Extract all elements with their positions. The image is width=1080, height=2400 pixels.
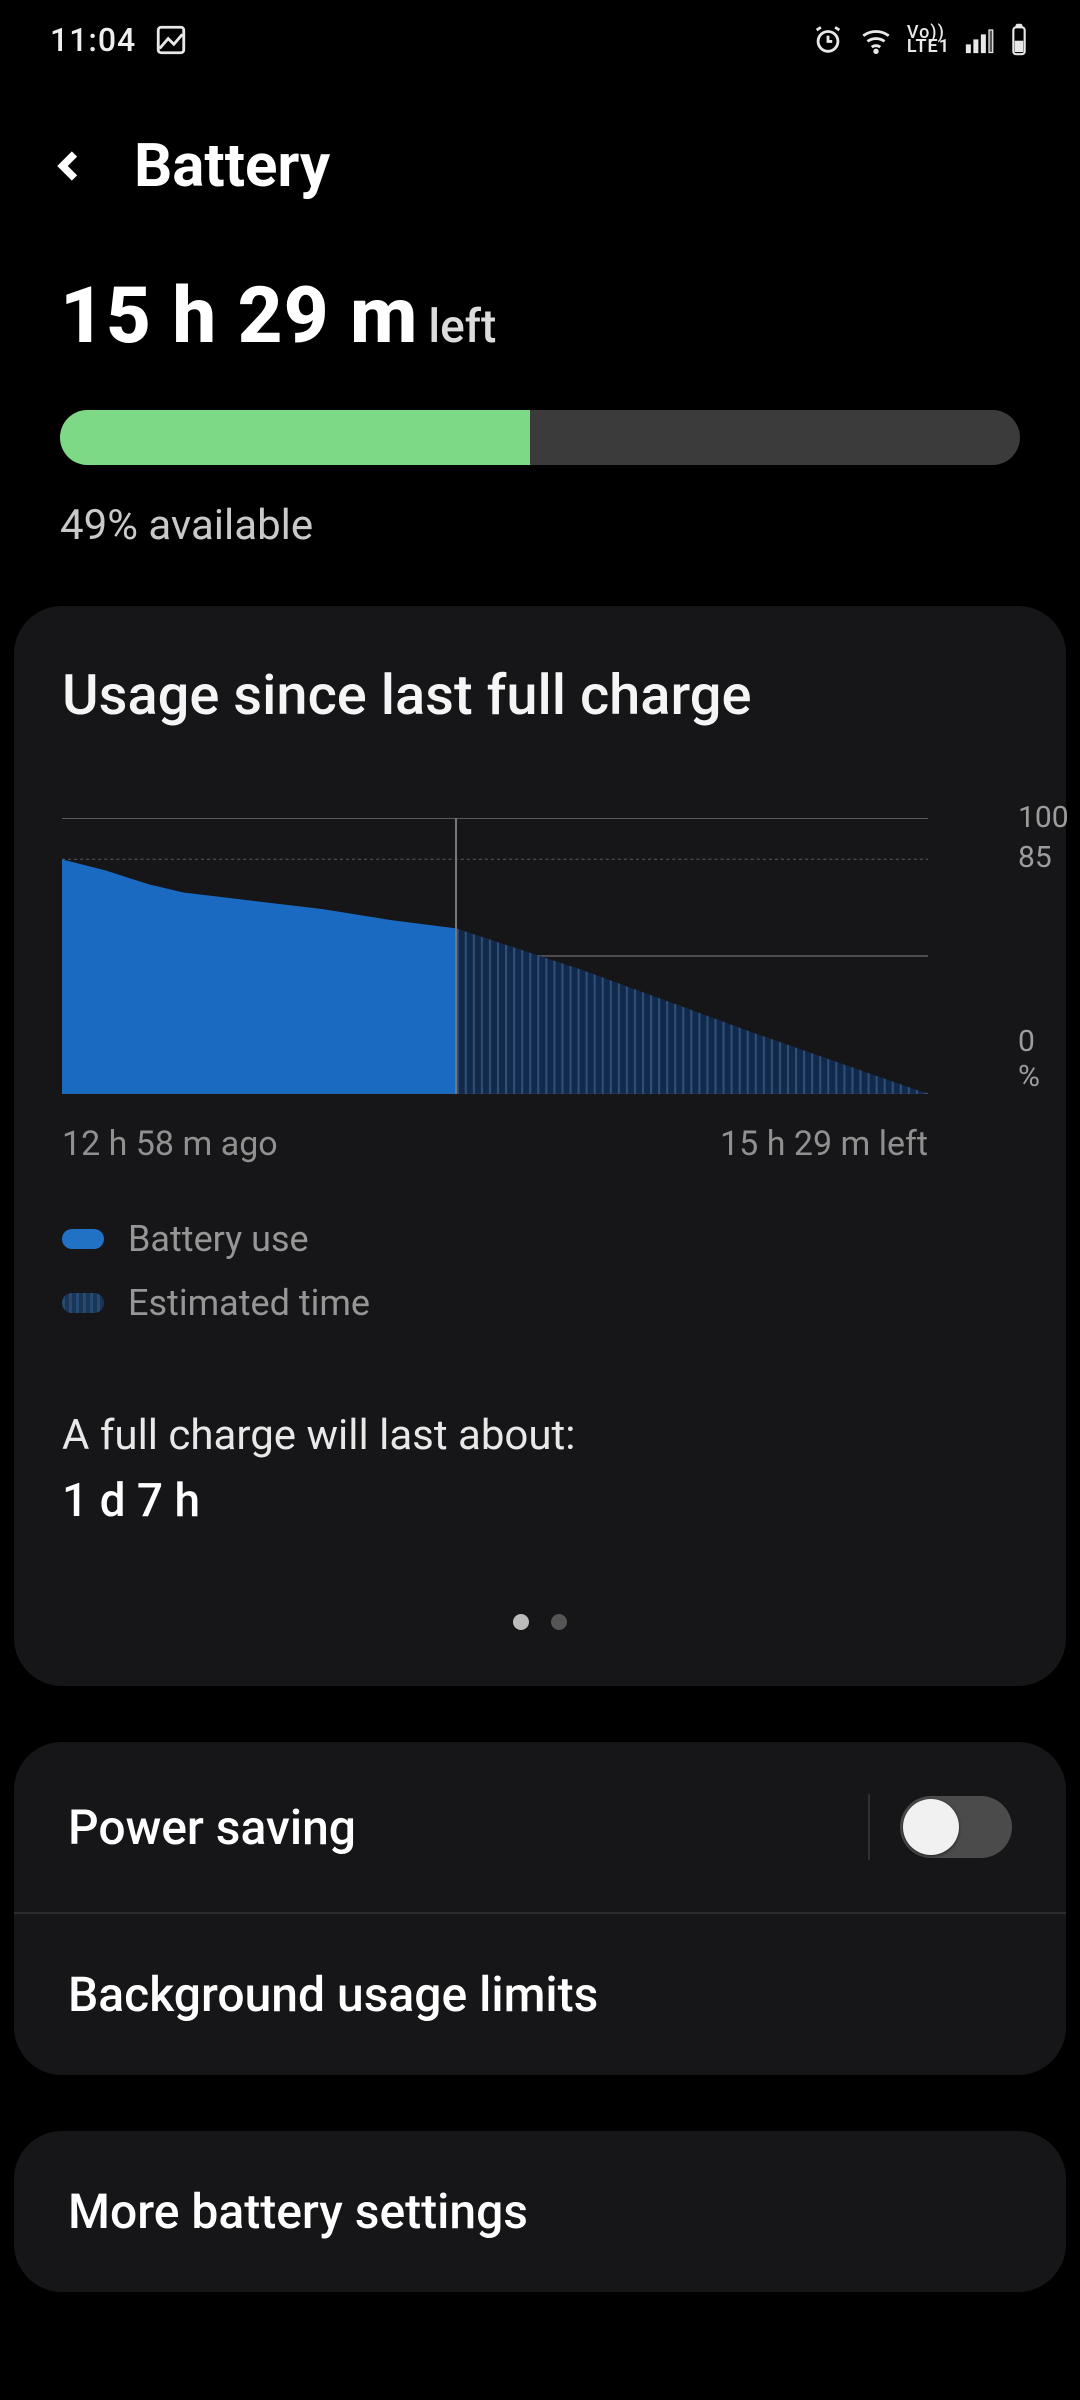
- toggle-separator: [868, 1794, 870, 1860]
- full-charge-label: A full charge will last about:: [62, 1404, 1018, 1467]
- status-time: 11:04: [50, 21, 136, 59]
- power-saving-label: Power saving: [68, 1799, 356, 1856]
- app-bar: Battery: [0, 80, 1080, 271]
- wifi-icon: [859, 23, 893, 57]
- time-left-value: 15 h 29 m: [60, 271, 418, 362]
- legend-swatch-hatch-icon: [62, 1293, 104, 1313]
- chart-ytick-85: 85: [1018, 840, 1052, 875]
- power-options-card: Power saving Background usage limits: [14, 1742, 1066, 2075]
- chart-legend: Battery use Estimated time: [62, 1218, 1018, 1324]
- usage-card-title: Usage since last full charge: [62, 662, 1018, 728]
- page-dot-1: [513, 1614, 529, 1630]
- legend-battery-use: Battery use: [128, 1218, 309, 1260]
- more-battery-settings-row[interactable]: More battery settings: [14, 2131, 1066, 2292]
- chevron-left-icon: [52, 148, 88, 184]
- picture-icon: [154, 23, 188, 57]
- chart-ytick-100: 100: [1018, 800, 1069, 835]
- legend-estimated-time: Estimated time: [128, 1282, 370, 1324]
- battery-chart: 100 85 0 % 12 h 58 m ago 15 h 29 m left: [62, 818, 1018, 1164]
- toggle-knob-icon: [903, 1799, 959, 1855]
- usage-card[interactable]: Usage since last full charge: [14, 606, 1066, 1686]
- full-charge-info: A full charge will last about: 1 d 7 h: [62, 1404, 1018, 1536]
- battery-summary: 15 h 29 m left 49% available: [0, 271, 1080, 550]
- chart-x-end: 15 h 29 m left: [720, 1124, 928, 1164]
- back-button[interactable]: [40, 136, 100, 196]
- power-saving-toggle[interactable]: [900, 1796, 1012, 1858]
- battery-progress-fill: [60, 410, 530, 465]
- battery-status-icon: [1008, 23, 1030, 57]
- battery-chart-plot: [62, 818, 928, 1094]
- page-dot-2: [551, 1614, 567, 1630]
- legend-swatch-solid-icon: [62, 1229, 104, 1249]
- page-title: Battery: [134, 130, 330, 201]
- background-usage-limits-label: Background usage limits: [68, 1966, 598, 2023]
- chart-ytick-0: 0 %: [1018, 1024, 1040, 1094]
- battery-percent-text: 49% available: [60, 501, 1020, 550]
- chart-x-start: 12 h 58 m ago: [62, 1124, 278, 1164]
- volte-icon: Vo)) LTE1: [907, 26, 950, 54]
- more-battery-settings-label: More battery settings: [68, 2183, 528, 2240]
- signal-icon: [964, 23, 994, 57]
- more-settings-card: More battery settings: [14, 2131, 1066, 2292]
- power-saving-row[interactable]: Power saving: [14, 1742, 1066, 1912]
- page-indicator[interactable]: [62, 1614, 1018, 1630]
- battery-progress-bar: [60, 410, 1020, 465]
- time-left-suffix: left: [428, 300, 496, 354]
- background-usage-limits-row[interactable]: Background usage limits: [14, 1912, 1066, 2075]
- alarm-icon: [811, 23, 845, 57]
- status-bar: 11:04 Vo)) LTE1: [0, 0, 1080, 80]
- full-charge-value: 1 d 7 h: [62, 1467, 1018, 1536]
